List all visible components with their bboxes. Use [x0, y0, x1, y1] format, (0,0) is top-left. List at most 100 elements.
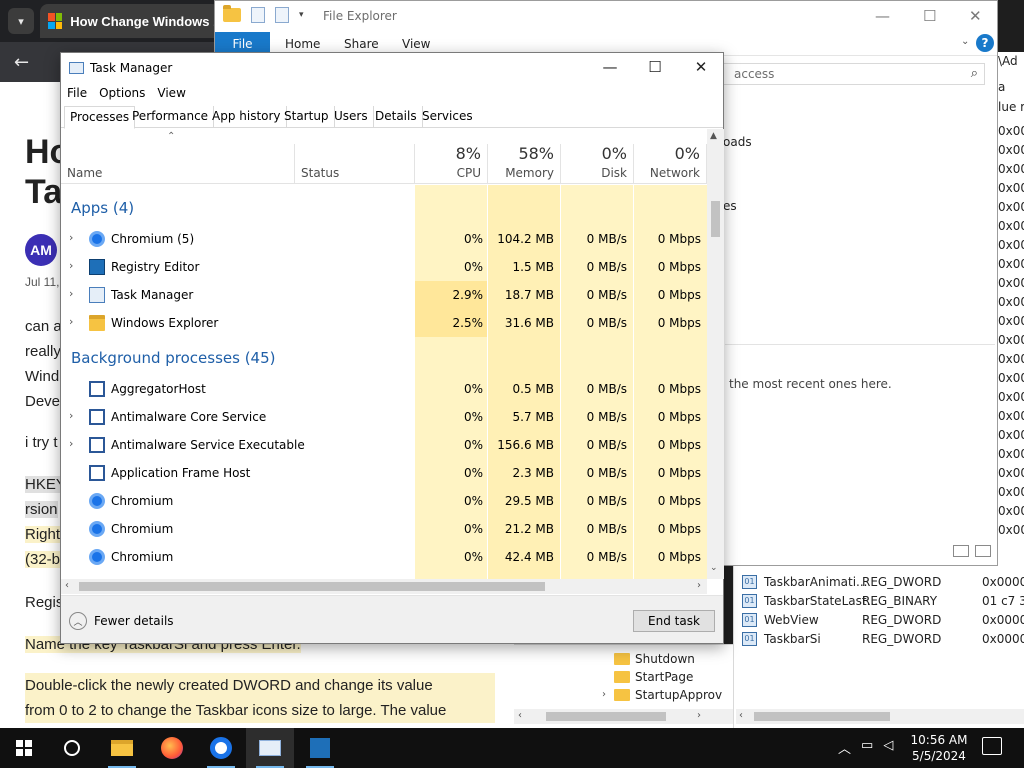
- tree-horizontal-scrollbar[interactable]: ‹ ›: [514, 709, 733, 724]
- maximize-icon[interactable]: ☐: [632, 58, 678, 76]
- minimize-icon[interactable]: —: [875, 7, 890, 25]
- registry-value-row[interactable]: 01 TaskbarStateLast... REG_BINARY 01 c7 …: [740, 592, 1024, 611]
- properties-icon[interactable]: [251, 7, 265, 23]
- new-folder-icon[interactable]: [275, 7, 289, 23]
- process-row[interactable]: › Registry Editor 0% 1.5 MB 0 MB/s 0 Mbp…: [61, 253, 707, 281]
- background-processes-group-header[interactable]: Background processes (45): [71, 349, 276, 367]
- tree-item[interactable]: StartPage: [614, 668, 693, 686]
- process-row[interactable]: › Antimalware Service Executable 0% 156.…: [61, 431, 707, 459]
- tab-processes[interactable]: Processes: [64, 106, 136, 129]
- vertical-scrollbar[interactable]: ▲ ⌄: [707, 129, 724, 579]
- chevron-right-icon[interactable]: ›: [69, 259, 73, 272]
- scroll-left-icon[interactable]: ‹: [65, 580, 69, 591]
- browser-tab[interactable]: How Change Windows 11 T: [40, 4, 220, 38]
- chevron-right-icon[interactable]: ›: [69, 231, 73, 244]
- clock[interactable]: 10:56 AM 5/5/2024: [902, 732, 976, 764]
- process-row[interactable]: Application Frame Host 0% 2.3 MB 0 MB/s …: [61, 459, 707, 487]
- scroll-up-icon[interactable]: ▲: [710, 131, 717, 141]
- horizontal-scrollbar[interactable]: ‹ ›: [61, 579, 707, 594]
- column-name[interactable]: Name: [67, 166, 102, 180]
- column-status[interactable]: Status: [301, 166, 339, 180]
- process-row[interactable]: › Chromium (5) 0% 104.2 MB 0 MB/s 0 Mbps: [61, 225, 707, 253]
- menu-view[interactable]: View: [151, 84, 191, 104]
- tab-users[interactable]: Users: [329, 106, 374, 128]
- taskbar-firefox[interactable]: [148, 728, 196, 768]
- process-row[interactable]: Chromium 0% 42.4 MB 0 MB/s 0 Mbps: [61, 543, 707, 571]
- details-view-icon[interactable]: [953, 545, 969, 557]
- chromium-icon: [89, 521, 105, 537]
- notification-icon[interactable]: [982, 737, 1002, 755]
- large-icons-view-icon[interactable]: [975, 545, 991, 557]
- scroll-down-icon[interactable]: ⌄: [710, 563, 718, 573]
- minimize-icon[interactable]: —: [587, 58, 633, 76]
- registry-value-row[interactable]: 01 TaskbarSi REG_DWORD 0x00000: [740, 630, 1024, 649]
- start-button[interactable]: [0, 728, 48, 768]
- menu-options[interactable]: Options: [93, 84, 151, 104]
- task-manager-icon: [259, 740, 281, 756]
- registry-value-column: \Ad a lue r 0x000 0x000 0x000 0x000 0x00…: [998, 52, 1024, 566]
- reg-binary-icon: 01: [742, 594, 757, 608]
- maximize-icon[interactable]: ☐: [923, 7, 936, 25]
- taskbar-file-explorer[interactable]: [98, 728, 146, 768]
- file-explorer-icon: [111, 740, 133, 756]
- scrollbar-thumb[interactable]: [79, 582, 545, 591]
- tab-app-history[interactable]: App history: [207, 106, 287, 128]
- column-cpu[interactable]: CPU: [417, 166, 481, 180]
- chevron-up-icon[interactable]: ︿: [69, 612, 87, 630]
- process-row[interactable]: Chromium 0% 21.2 MB 0 MB/s 0 Mbps: [61, 515, 707, 543]
- task-manager-window: Task Manager — ☐ ✕ File Options View Pro…: [60, 52, 724, 644]
- tab-details[interactable]: Details: [370, 106, 423, 128]
- scrollbar-thumb[interactable]: [711, 201, 720, 237]
- tree-item[interactable]: Shutdown: [614, 650, 695, 668]
- close-icon[interactable]: ✕: [969, 7, 982, 25]
- registry-value-row[interactable]: 01 TaskbarAnimati... REG_DWORD 0x00000: [740, 573, 1024, 592]
- network-icon[interactable]: ▭: [861, 738, 873, 757]
- taskbar-registry-editor[interactable]: [296, 728, 344, 768]
- process-row[interactable]: › Task Manager 2.9% 18.7 MB 0 MB/s 0 Mbp…: [61, 281, 707, 309]
- column-network[interactable]: Network: [633, 166, 700, 180]
- task-manager-titlebar[interactable]: Task Manager — ☐ ✕: [61, 53, 723, 83]
- fewer-details-link[interactable]: Fewer details: [94, 614, 174, 628]
- process-row[interactable]: › Windows Explorer 2.5% 31.6 MB 0 MB/s 0…: [61, 309, 707, 337]
- customize-toolbar-icon[interactable]: ▾: [299, 10, 304, 20]
- taskbar-chromium[interactable]: [197, 728, 245, 768]
- process-row[interactable]: Chromium 0% 29.5 MB 0 MB/s 0 Mbps: [61, 487, 707, 515]
- chevron-right-icon[interactable]: ›: [602, 689, 606, 700]
- folder-icon: [614, 689, 630, 701]
- tab-performance[interactable]: Performance: [127, 106, 215, 128]
- ribbon-tab-share[interactable]: Share: [344, 37, 379, 51]
- explorer-search-input[interactable]: access ⌕: [723, 63, 985, 85]
- close-icon[interactable]: ✕: [678, 58, 724, 76]
- end-task-button[interactable]: End task: [633, 610, 715, 632]
- chevron-right-icon[interactable]: ›: [69, 437, 73, 450]
- chevron-right-icon[interactable]: ›: [69, 287, 73, 300]
- tree-item[interactable]: StartupApprov: [614, 686, 722, 704]
- chevron-right-icon[interactable]: ›: [69, 409, 73, 422]
- process-row[interactable]: › Antimalware Core Service 0% 5.7 MB 0 M…: [61, 403, 707, 431]
- column-memory[interactable]: Memory: [487, 166, 554, 180]
- article-paragraph: can a really Wind Deve: [25, 318, 62, 410]
- chevron-right-icon[interactable]: ›: [69, 315, 73, 328]
- window-title: Task Manager: [90, 61, 173, 75]
- app-icon: [89, 409, 105, 425]
- menu-file[interactable]: File: [61, 84, 93, 104]
- tab-search-dropdown[interactable]: ▾: [8, 8, 34, 34]
- apps-group-header[interactable]: Apps (4): [71, 199, 134, 217]
- column-disk[interactable]: Disk: [560, 166, 627, 180]
- search-button[interactable]: [48, 728, 96, 768]
- registry-value-row[interactable]: 01 WebView REG_DWORD 0x00000: [740, 611, 1024, 630]
- tab-startup[interactable]: Startup: [279, 106, 335, 128]
- volume-muted-icon[interactable]: ◁: [883, 738, 893, 757]
- author-avatar[interactable]: AM: [25, 234, 57, 266]
- ribbon-tab-view[interactable]: View: [402, 37, 430, 51]
- tab-services[interactable]: Services: [417, 106, 478, 128]
- back-arrow-icon[interactable]: ←: [14, 52, 29, 73]
- expand-ribbon-icon[interactable]: ⌄: [961, 36, 969, 47]
- chevron-up-icon[interactable]: ︿: [838, 738, 851, 757]
- taskbar-task-manager[interactable]: [246, 728, 294, 768]
- registry-horizontal-scrollbar[interactable]: ‹: [736, 709, 1024, 724]
- help-icon[interactable]: ?: [976, 34, 994, 52]
- ribbon-tab-home[interactable]: Home: [285, 37, 320, 51]
- process-row[interactable]: AggregatorHost 0% 0.5 MB 0 MB/s 0 Mbps: [61, 375, 707, 403]
- scroll-right-icon[interactable]: ›: [697, 580, 701, 591]
